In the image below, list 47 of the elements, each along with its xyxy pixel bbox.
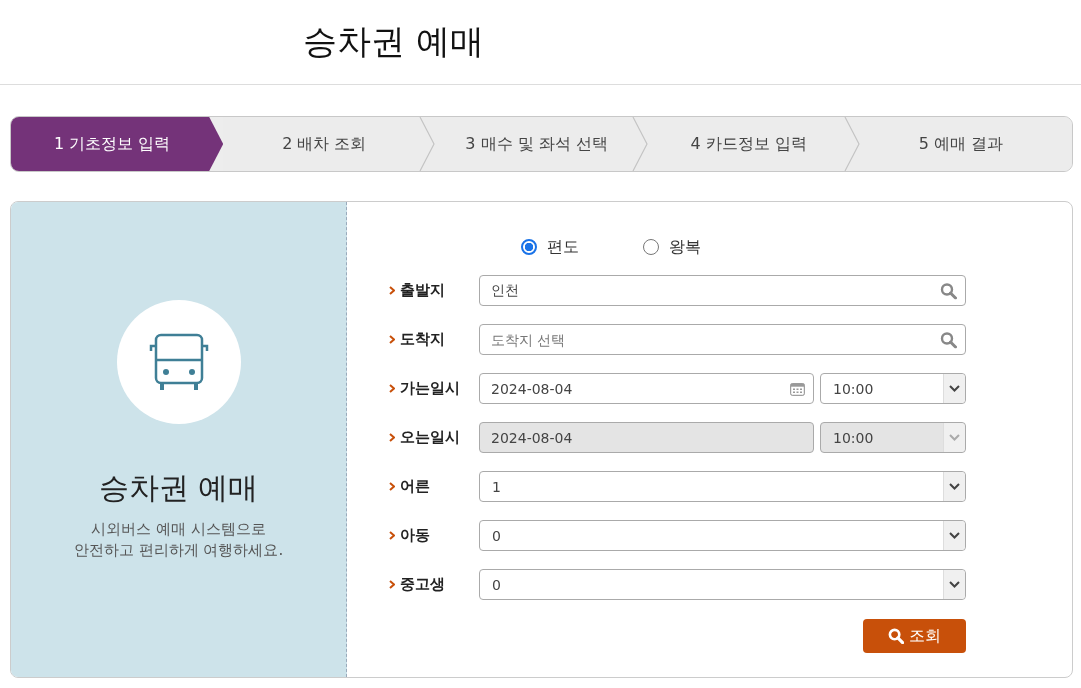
trip-type-radio[interactable]: 편도 — [521, 236, 579, 258]
radio-label: 편도 — [547, 236, 579, 258]
intro-title: 승차권 예매 — [98, 469, 259, 507]
date-field[interactable]: 2024-08-04 — [479, 373, 814, 404]
caret-icon — [949, 385, 960, 392]
search-button[interactable]: 조회 — [863, 619, 966, 653]
step-label: 5 예매 결과 — [918, 133, 1005, 155]
chevron-icon — [389, 335, 395, 344]
time-select[interactable]: 10:00 — [820, 373, 966, 404]
search-icon — [940, 331, 957, 348]
radio-icon[interactable] — [643, 239, 659, 255]
page-title: 승차권 예매 — [303, 20, 484, 63]
bus-icon — [147, 333, 210, 391]
caret-icon — [949, 434, 960, 441]
search-icon — [888, 628, 904, 644]
chevron-icon — [389, 384, 395, 393]
field-label: 어른 — [400, 477, 430, 496]
calendar-icon — [790, 381, 805, 396]
intro-text: 시외버스 예매 시스템으로 — [91, 519, 266, 540]
intro-text: 안전하고 편리하게 여행하세요. — [73, 540, 284, 561]
field-label: 오는일시 — [400, 428, 460, 447]
field-label: 출발지 — [400, 281, 445, 300]
search-field[interactable]: 도착지 선택 — [479, 324, 966, 355]
chevron-icon — [389, 482, 395, 491]
trip-type-radio[interactable]: 왕복 — [643, 236, 701, 258]
caret-icon — [949, 483, 960, 490]
field-label: 아동 — [400, 526, 430, 545]
caret-icon — [949, 532, 960, 539]
count-select[interactable]: 0 — [479, 520, 966, 551]
radio-icon[interactable] — [521, 239, 537, 255]
field-label: 도착지 — [400, 330, 445, 349]
step-label: 3 매수 및 좌석 선택 — [465, 133, 609, 155]
count-select[interactable]: 1 — [479, 471, 966, 502]
field-label: 중고생 — [400, 575, 445, 594]
caret-icon — [949, 581, 960, 588]
search-field[interactable]: 인천 — [479, 275, 966, 306]
count-select[interactable]: 0 — [479, 569, 966, 600]
field-label: 가는일시 — [400, 379, 460, 398]
chevron-icon — [389, 433, 395, 442]
chevron-icon — [389, 531, 395, 540]
chevron-icon — [389, 580, 395, 589]
step-label: 4 카드정보 입력 — [690, 133, 808, 155]
step-label: 2 배차 조회 — [282, 133, 368, 155]
step-label: 1 기초정보 입력 — [53, 133, 172, 155]
search-icon — [940, 282, 957, 299]
radio-label: 왕복 — [669, 236, 701, 258]
chevron-icon — [389, 286, 395, 295]
